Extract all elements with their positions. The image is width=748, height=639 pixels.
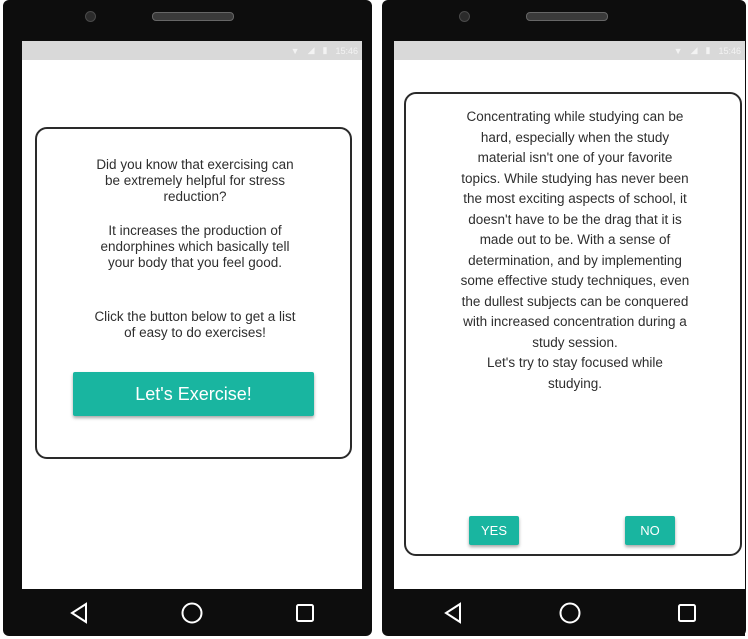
status-bar: ▼ ◢ ▮ 15:46	[394, 41, 745, 60]
back-button[interactable]	[59, 593, 99, 633]
signal-icon: ◢	[690, 45, 698, 55]
battery-icon: ▮	[705, 45, 711, 55]
status-time: 15:46	[335, 45, 358, 56]
screen-right: ▼ ◢ ▮ 15:46 Concentrating while studying…	[394, 41, 745, 589]
back-icon	[443, 601, 461, 624]
navigation-bar	[394, 589, 745, 636]
yes-button[interactable]: YES	[469, 516, 519, 545]
lets-exercise-button[interactable]: Let's Exercise!	[73, 372, 314, 416]
tip-paragraph-3: Click the button below to get a list of …	[94, 309, 296, 340]
home-button[interactable]	[172, 593, 212, 633]
recents-button[interactable]	[667, 593, 707, 633]
earpiece-speaker	[526, 12, 608, 21]
tip-card: Did you know that exercising can be extr…	[35, 127, 352, 459]
back-icon	[69, 601, 87, 624]
status-bar: ▼ ◢ ▮ 15:46	[22, 41, 362, 60]
earpiece-speaker	[152, 12, 234, 21]
focus-card: Concentrating while studying can be hard…	[404, 92, 742, 556]
home-icon	[559, 602, 580, 623]
front-camera	[85, 11, 96, 22]
focus-message: Concentrating while studying can be hard…	[460, 109, 690, 391]
home-icon	[181, 602, 203, 623]
tip-paragraph-1: Did you know that exercising can be extr…	[96, 157, 294, 204]
recents-icon	[677, 603, 696, 622]
status-time: 15:46	[718, 45, 741, 56]
phone-left: ▼ ◢ ▮ 15:46 Did you know that exercising…	[3, 0, 372, 636]
navigation-bar	[22, 589, 362, 636]
recents-button[interactable]	[285, 593, 325, 633]
wifi-icon: ▼	[673, 45, 683, 56]
phone-right: ▼ ◢ ▮ 15:46 Concentrating while studying…	[382, 0, 746, 636]
front-camera	[459, 11, 470, 22]
signal-icon: ◢	[307, 45, 315, 55]
recents-icon	[296, 603, 315, 622]
battery-icon: ▮	[322, 45, 328, 55]
screen-left: ▼ ◢ ▮ 15:46 Did you know that exercising…	[22, 41, 362, 589]
no-button[interactable]: NO	[625, 516, 675, 545]
home-button[interactable]	[550, 593, 590, 633]
wifi-icon: ▼	[290, 45, 300, 56]
tip-paragraph-2: It increases the production of endorphin…	[100, 223, 290, 270]
back-button[interactable]	[433, 593, 473, 633]
